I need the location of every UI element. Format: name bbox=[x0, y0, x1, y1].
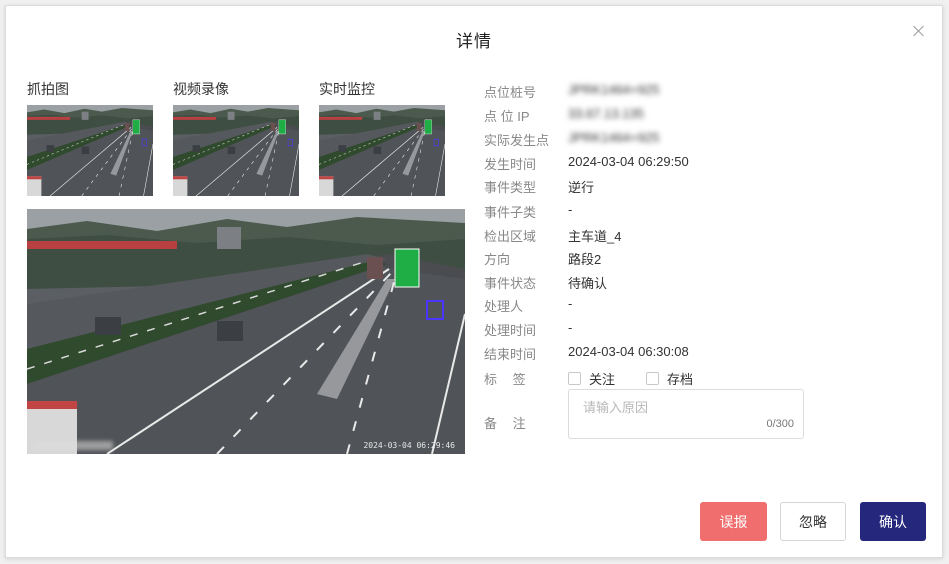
main-preview-image[interactable]: 2024-03-04 06:29:46 bbox=[27, 209, 465, 454]
detail-label: 点位桩号 bbox=[484, 85, 537, 100]
false-alarm-button[interactable]: 误报 bbox=[700, 502, 767, 541]
highway-scene-image bbox=[27, 105, 153, 196]
video-thumbnail[interactable] bbox=[173, 105, 299, 196]
detail-label: 事件类型 bbox=[484, 180, 537, 195]
direction-value: 路段2 bbox=[568, 252, 602, 267]
detail-label: 检出区域 bbox=[484, 229, 537, 244]
occur-time-value: 2024-03-04 06:29:50 bbox=[568, 154, 689, 169]
event-type-value: 逆行 bbox=[568, 180, 595, 195]
detail-label: 标 签 bbox=[484, 372, 532, 387]
highway-scene-image bbox=[319, 105, 445, 196]
detail-label: 点 位 IP bbox=[484, 109, 530, 124]
actual-point-value: JPRK1464+925 bbox=[568, 130, 660, 145]
video-timestamp: 2024-03-04 06:29:46 bbox=[363, 441, 455, 450]
detail-label: 事件状态 bbox=[484, 276, 537, 291]
tag-archive-checkbox[interactable]: 存档 bbox=[646, 369, 693, 388]
snapshot-thumbnail[interactable] bbox=[27, 105, 153, 196]
confirm-button[interactable]: 确认 bbox=[860, 502, 926, 541]
remark-textarea-box[interactable]: 0/300 bbox=[568, 389, 804, 439]
detail-label: 方向 bbox=[484, 252, 511, 267]
detail-label: 结束时间 bbox=[484, 347, 537, 362]
tab-live-monitor[interactable]: 实时监控 bbox=[319, 79, 375, 99]
tab-snapshot[interactable]: 抓拍图 bbox=[27, 79, 69, 99]
tab-video-recording[interactable]: 视频录像 bbox=[173, 79, 229, 99]
handler-value: - bbox=[568, 296, 573, 311]
handle-time-value: - bbox=[568, 320, 573, 335]
camera-label-blurred bbox=[33, 441, 113, 450]
event-detail-dialog: 详情 抓拍图 视频录像 实时监控 2024-03-04 06:29:46 点位桩… bbox=[5, 5, 943, 558]
checkbox-box[interactable] bbox=[568, 372, 581, 385]
detail-label: 事件子类 bbox=[484, 205, 537, 220]
remark-char-counter: 0/300 bbox=[766, 418, 794, 430]
status-value: 待确认 bbox=[568, 276, 608, 291]
live-thumbnail[interactable] bbox=[319, 105, 445, 196]
tag-follow-checkbox[interactable]: 关注 bbox=[568, 369, 615, 388]
highway-scene-image bbox=[27, 209, 465, 454]
checkbox-label: 存档 bbox=[667, 372, 694, 387]
zone-value: 主车道_4 bbox=[568, 229, 622, 244]
detail-label: 实际发生点 bbox=[484, 133, 550, 148]
ignore-button[interactable]: 忽略 bbox=[780, 502, 846, 541]
ip-value: 33.67.13.135 bbox=[568, 106, 644, 121]
detail-label: 处理时间 bbox=[484, 323, 537, 338]
detail-label: 备 注 bbox=[484, 416, 532, 431]
stake-value: JPRK1464+925 bbox=[568, 82, 660, 97]
detail-label: 处理人 bbox=[484, 299, 524, 314]
highway-scene-image bbox=[173, 105, 299, 196]
checkbox-box[interactable] bbox=[646, 372, 659, 385]
remark-input[interactable] bbox=[569, 390, 803, 438]
close-icon[interactable] bbox=[912, 24, 926, 38]
end-time-value: 2024-03-04 06:30:08 bbox=[568, 344, 689, 359]
event-subtype-value: - bbox=[568, 202, 573, 217]
dialog-title: 详情 bbox=[456, 32, 492, 51]
checkbox-label: 关注 bbox=[589, 372, 616, 387]
detail-label: 发生时间 bbox=[484, 157, 537, 172]
